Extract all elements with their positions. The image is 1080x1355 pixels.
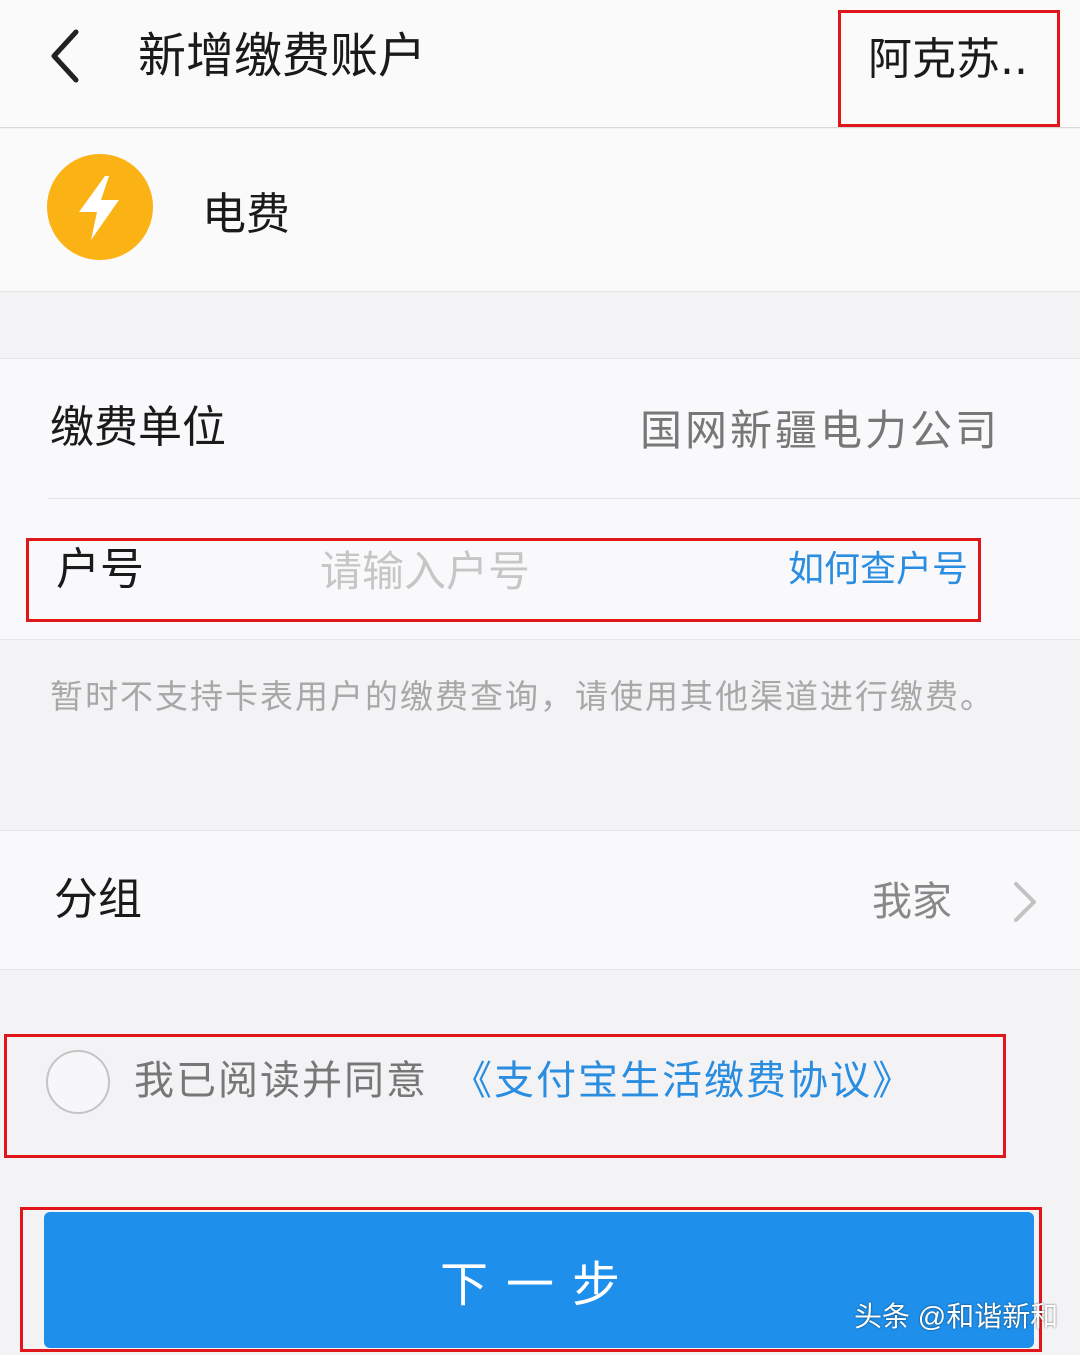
agreement-radio[interactable] [46, 1050, 110, 1114]
group-label: 分组 [54, 874, 142, 925]
back-button[interactable] [40, 26, 100, 86]
city-selector[interactable]: 阿克苏.. [868, 30, 1028, 90]
agreement-text: 我已阅读并同意 [134, 1058, 428, 1104]
service-name: 电费 [202, 189, 290, 240]
account-number-input[interactable] [320, 542, 760, 600]
row-divider [48, 498, 1080, 499]
agreement-row: 我已阅读并同意 《支付宝生活缴费协议》 [134, 1052, 914, 1110]
watermark: 头条 @和谐新和 [854, 1301, 1059, 1332]
service-row [0, 129, 1080, 292]
payment-unit-value: 国网新疆电力公司 [640, 406, 1001, 455]
account-number-label: 户号 [56, 544, 144, 595]
how-to-find-account-link[interactable]: 如何查户号 [788, 546, 968, 594]
chevron-right-icon [1004, 880, 1044, 924]
chevron-left-icon [51, 29, 79, 83]
notice-text: 暂时不支持卡表用户的缴费查询，请使用其他渠道进行缴费。 [50, 677, 995, 716]
page-title: 新增缴费账户 [138, 28, 427, 84]
payment-unit-label: 缴费单位 [50, 402, 226, 453]
group-value: 我家 [872, 879, 952, 925]
agreement-link[interactable]: 《支付宝生活缴费协议》 [452, 1058, 914, 1104]
lightning-icon [47, 154, 153, 260]
